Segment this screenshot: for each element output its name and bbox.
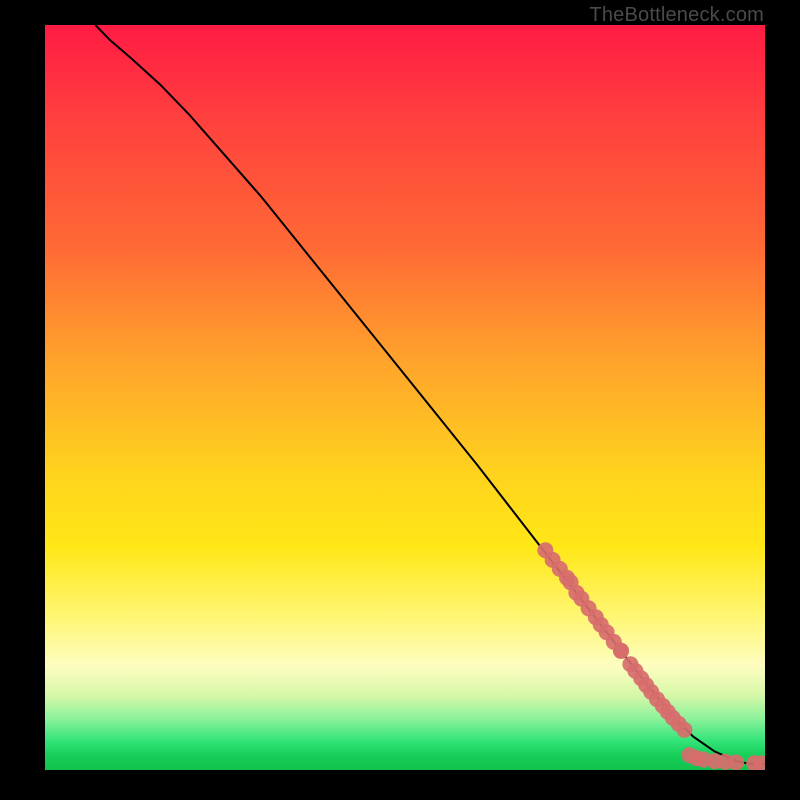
data-point [728, 755, 744, 771]
chart-frame: TheBottleneck.com [0, 0, 800, 800]
data-point [613, 643, 629, 659]
plot-area [45, 25, 765, 770]
chart-svg [45, 25, 765, 770]
bottleneck-curve [95, 25, 765, 764]
data-point [676, 722, 692, 738]
scatter-dots [537, 542, 765, 770]
attribution-label: TheBottleneck.com [589, 4, 764, 27]
